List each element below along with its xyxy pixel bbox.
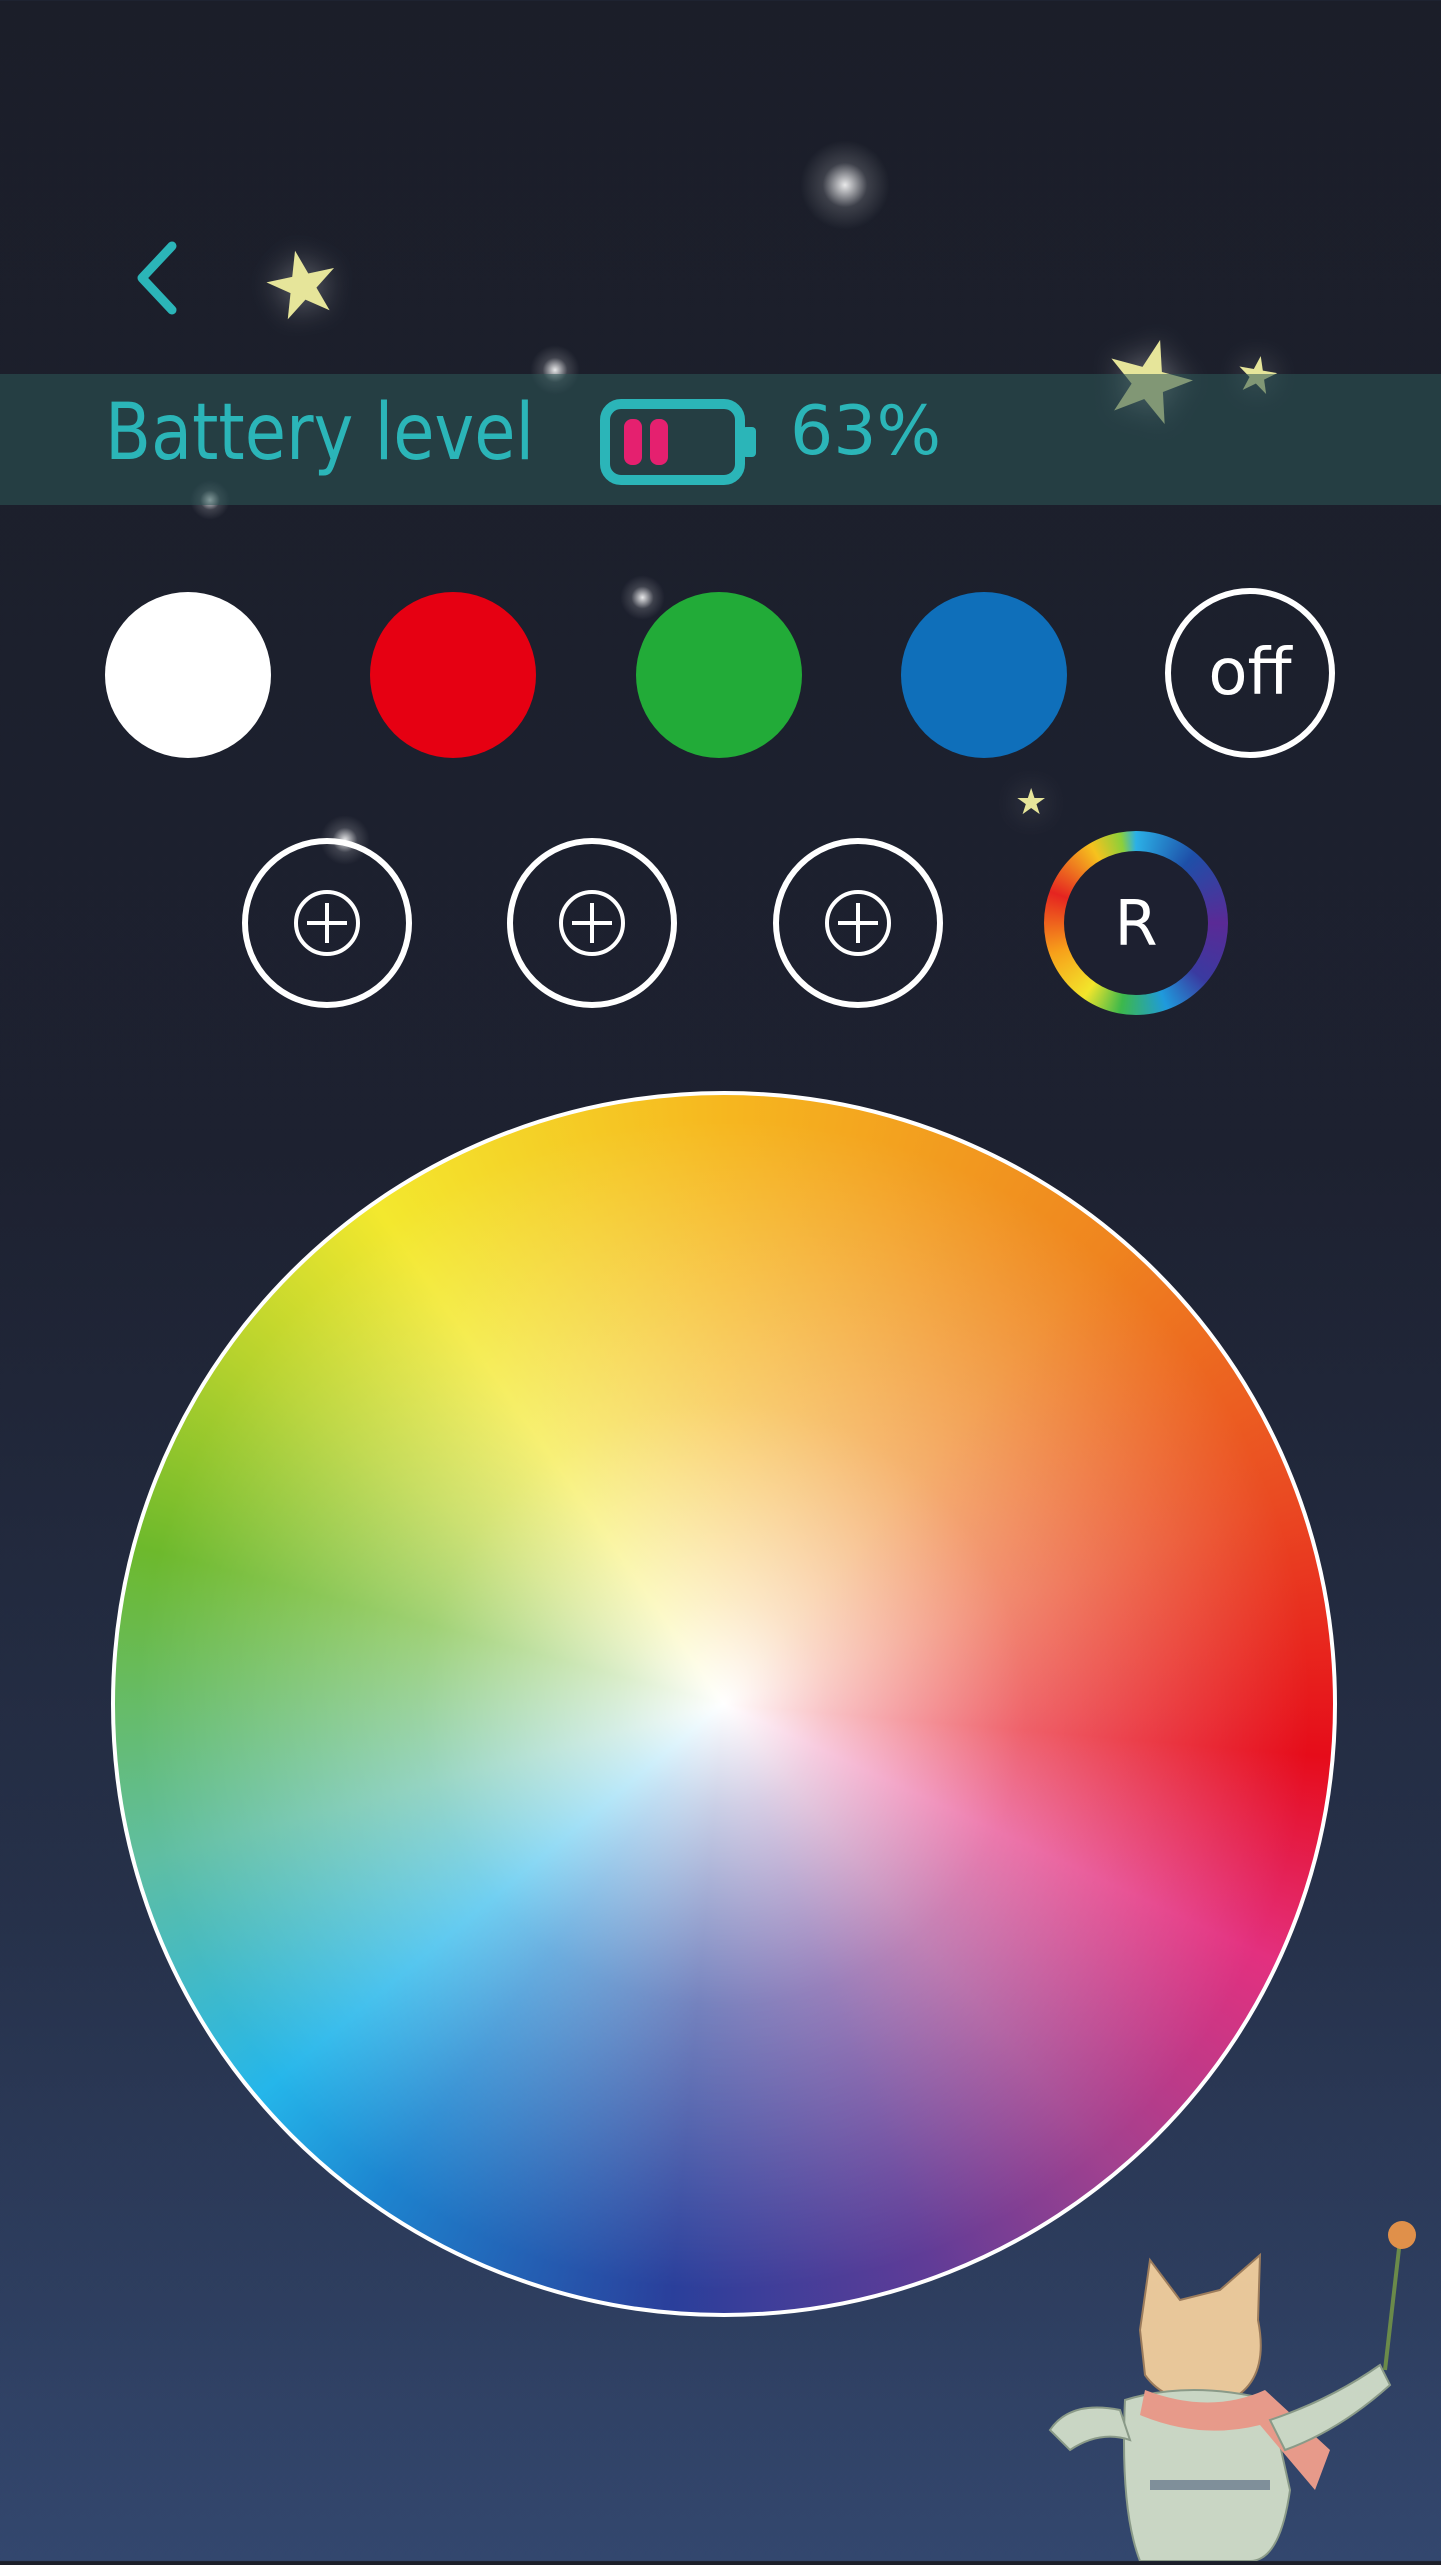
swatch-white[interactable] bbox=[105, 592, 271, 758]
swatch-green[interactable] bbox=[636, 592, 802, 758]
battery-icon bbox=[600, 399, 762, 485]
star-decoration bbox=[800, 140, 890, 230]
color-wheel[interactable] bbox=[111, 1091, 1337, 2317]
chevron-left-icon bbox=[137, 241, 177, 315]
star-decoration: ★ bbox=[1015, 782, 1048, 823]
swatch-blue[interactable] bbox=[901, 592, 1067, 758]
cat-illustration bbox=[1030, 2150, 1441, 2562]
custom-color-slot-2[interactable] bbox=[507, 838, 677, 1008]
star-decoration bbox=[620, 575, 665, 620]
custom-color-slot-3[interactable] bbox=[773, 838, 943, 1008]
battery-fill-bar bbox=[624, 419, 642, 465]
plus-circle-icon bbox=[825, 890, 891, 956]
custom-color-slot-1[interactable] bbox=[242, 838, 412, 1008]
battery-percent: 63% bbox=[790, 392, 942, 471]
rainbow-mode-button[interactable]: R bbox=[1044, 831, 1228, 1015]
rainbow-label: R bbox=[1114, 886, 1158, 960]
plus-circle-icon bbox=[294, 890, 360, 956]
plus-circle-icon bbox=[559, 890, 625, 956]
star-decoration: ★ bbox=[251, 224, 353, 345]
off-label: off bbox=[1208, 636, 1292, 710]
battery-label: Battery level bbox=[105, 388, 535, 478]
off-button[interactable]: off bbox=[1165, 588, 1335, 758]
back-button[interactable] bbox=[128, 236, 188, 320]
rainbow-inner: R bbox=[1064, 851, 1208, 995]
swatch-red[interactable] bbox=[370, 592, 536, 758]
battery-fill-bar bbox=[650, 419, 668, 465]
